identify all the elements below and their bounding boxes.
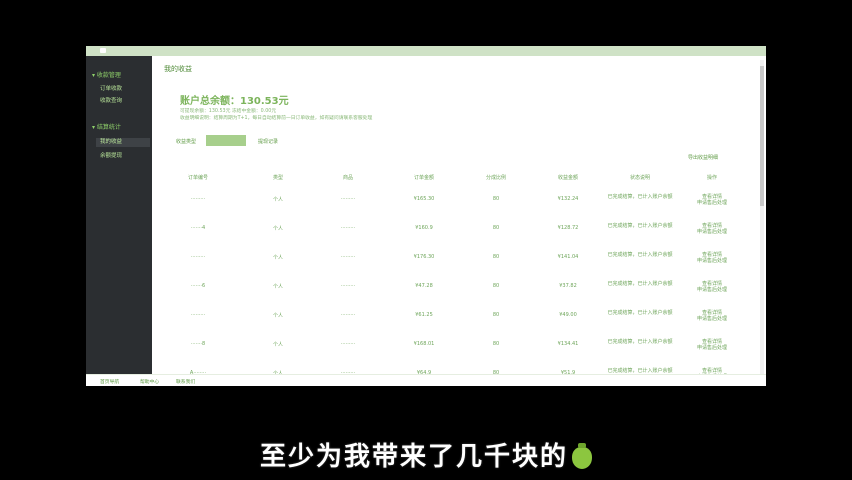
table-cell: ·······6 <box>190 283 206 289</box>
table-cell: 已完成结算，已计入账户余额 <box>607 223 673 229</box>
sidebar-group-settlement[interactable]: ▾ 结算统计 <box>92 122 121 131</box>
table-cell: ¥49.00 <box>559 312 577 318</box>
column-header: 订单金额 <box>413 175 435 181</box>
filter-select-button[interactable] <box>206 135 246 146</box>
table-cell: 80 <box>492 196 500 202</box>
table-cell: ¥160.9 <box>415 225 433 231</box>
table-cell: ········· <box>340 254 356 260</box>
sidebar-item-payment-query[interactable]: 收款查询 <box>100 96 122 104</box>
column-header: 收益金额 <box>557 175 579 181</box>
table-cell: ·······4 <box>190 225 206 231</box>
column-header: 分成比例 <box>485 175 507 181</box>
column-header: 商品 <box>342 175 354 181</box>
sidebar-item-withdraw[interactable]: 余额提现 <box>100 151 122 159</box>
subtitle-text: 至少为我带来了几千块的 <box>259 442 568 472</box>
row-action-links[interactable]: 查看详情 申请售后处理 <box>697 310 727 322</box>
table-cell: ········· <box>190 196 206 202</box>
sidebar-item-my-earnings[interactable]: 我的收益 <box>96 138 150 147</box>
table-cell: 已完成结算，已计入账户余额 <box>607 310 673 316</box>
balance-details: 可提现余额：130.53元 冻结中金额：0.00元 <box>180 109 277 114</box>
footer-bar: 首页导航 帮助中心 联系我们 <box>86 374 766 386</box>
video-subtitle: 至少为我带来了几千块的 <box>0 436 852 473</box>
table-cell: 已完成结算，已计入账户余额 <box>607 339 673 345</box>
main-content: 我的收益 账户总余额：130.53元 可提现余额：130.53元 冻结中金额：0… <box>152 56 762 380</box>
table-cell: ¥37.82 <box>559 283 577 289</box>
footer-link-contact[interactable]: 联系我们 <box>176 378 195 385</box>
table-cell: ········· <box>190 312 206 318</box>
column-header: 操作 <box>706 175 718 181</box>
table-cell: ········· <box>340 225 356 231</box>
table-cell: ¥132.24 <box>557 196 579 202</box>
window-titlebar <box>86 46 766 56</box>
table-cell: 80 <box>492 225 500 231</box>
export-link[interactable]: 导出收益明细 <box>688 154 718 161</box>
app-icon <box>100 48 106 53</box>
footer-link-help[interactable]: 帮助中心 <box>140 378 159 385</box>
footer-link-home[interactable]: 首页导航 <box>100 378 119 385</box>
column-header: 订单编号 <box>187 175 209 181</box>
sidebar-item-order-payment[interactable]: 订单收款 <box>100 84 122 92</box>
row-action-links[interactable]: 查看详情 申请售后处理 <box>697 339 727 351</box>
table-cell: 已完成结算，已计入账户余额 <box>607 194 673 200</box>
row-action-links[interactable]: 查看详情 申请售后处理 <box>697 281 727 293</box>
table-cell: ········· <box>340 341 356 347</box>
scroll-thumb[interactable] <box>760 66 764 206</box>
table-cell: 个人 <box>272 313 284 319</box>
row-action-links[interactable]: 查看详情 申请售后处理 <box>697 194 727 206</box>
column-header: 状态说明 <box>629 175 651 181</box>
table-cell: 个人 <box>272 226 284 232</box>
table-cell: ¥61.25 <box>415 312 433 318</box>
row-action-links[interactable]: 查看详情 申请售后处理 <box>697 223 727 235</box>
table-cell: 个人 <box>272 197 284 203</box>
money-bag-icon <box>572 442 592 469</box>
table-cell: ¥165.30 <box>413 196 435 202</box>
table-cell: 80 <box>492 341 500 347</box>
withdraw-records-link[interactable]: 提现记录 <box>258 138 278 145</box>
table-cell: ¥134.41 <box>557 341 579 347</box>
sidebar: ▾ 收款管理 订单收款 收款查询 ▾ 结算统计 我的收益 余额提现 <box>86 56 152 374</box>
page-title: 我的收益 <box>164 65 192 73</box>
table-cell: 已完成结算，已计入账户余额 <box>607 252 673 258</box>
row-action-links[interactable]: 查看详情 申请售后处理 <box>697 252 727 264</box>
table-cell: 80 <box>492 254 500 260</box>
table-cell: ·······8 <box>190 341 206 347</box>
filter-label: 收益类型 <box>176 139 197 145</box>
table-cell: ········· <box>340 283 356 289</box>
table-cell: ········· <box>190 254 206 260</box>
table-cell: ¥176.30 <box>413 254 435 260</box>
account-balance: 账户总余额：130.53元 <box>180 96 289 107</box>
table-cell: 个人 <box>272 342 284 348</box>
table-cell: 个人 <box>272 255 284 261</box>
table-cell: 已完成结算，已计入账户余额 <box>607 281 673 287</box>
table-cell: 个人 <box>272 284 284 290</box>
earnings-notice: 收益明细说明：结算周期为T+1，每日自动结算前一日订单收益，如有疑问请联系客服处… <box>180 116 373 121</box>
table-cell: 80 <box>492 283 500 289</box>
table-cell: 80 <box>492 312 500 318</box>
column-header: 类型 <box>272 175 284 181</box>
table-cell: ········· <box>340 312 356 318</box>
browser-window: ▾ 收款管理 订单收款 收款查询 ▾ 结算统计 我的收益 余额提现 我的收益 账… <box>86 46 766 386</box>
table-cell: ¥168.01 <box>413 341 435 347</box>
table-cell: ¥141.04 <box>557 254 579 260</box>
sidebar-group-payments[interactable]: ▾ 收款管理 <box>92 70 121 79</box>
table-cell: ········· <box>340 196 356 202</box>
table-cell: ¥128.72 <box>557 225 579 231</box>
table-cell: ¥47.28 <box>415 283 433 289</box>
scrollbar[interactable] <box>760 60 764 378</box>
